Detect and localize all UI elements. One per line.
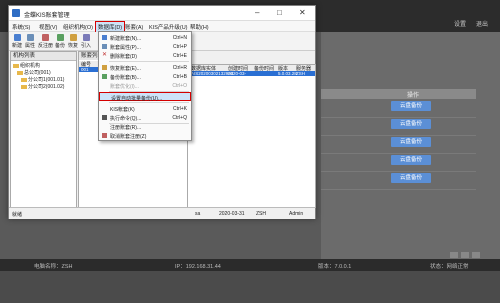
menu-item-new-account[interactable]: 新建账套(N)... Ctrl+N [99, 33, 191, 42]
menu-item-account-properties[interactable]: 账套属性(P)... Ctrl+P [99, 42, 191, 51]
tree-item-branch-2[interactable]: 分公司2(001.02) [21, 83, 64, 90]
folder-icon [21, 77, 27, 82]
maximize-icon[interactable]: □ [277, 8, 282, 17]
menu-help[interactable]: 帮助(H) [190, 23, 209, 31]
close-icon[interactable]: ✕ [299, 8, 306, 17]
pagination [450, 252, 480, 258]
backup-icon [102, 74, 107, 79]
menu-item-register-account[interactable]: 注册账套(R)... [99, 122, 191, 131]
app-version: 版本：7.0.0.1 [318, 264, 352, 270]
settings-link[interactable]: 设置 [454, 19, 466, 28]
menu-item-delete-account[interactable]: ✕ 删除账套(D) Ctrl+E [99, 51, 191, 60]
properties-button[interactable]: 属性 [25, 33, 35, 49]
folder-icon [21, 84, 27, 89]
new-button[interactable]: 新建 [12, 33, 22, 49]
operation-column-label: 操作 [407, 93, 420, 99]
database-dropdown-menu: 新建账套(N)... Ctrl+N 账套属性(P)... Ctrl+P ✕ 删除账套(… [98, 31, 192, 141]
page-prev-button[interactable] [450, 252, 458, 258]
import-button[interactable]: 引入 [81, 33, 91, 49]
status-role: Admin [289, 211, 304, 217]
new-icon [13, 34, 21, 41]
menu-account[interactable]: 账套(A) [125, 23, 143, 31]
menu-system[interactable]: 系统(S) [12, 23, 30, 31]
cloud-backup-button[interactable]: 云盘备份 [391, 101, 431, 111]
menu-item-optimize-account[interactable]: 账套优化(I)... Ctrl+O [99, 81, 191, 90]
command-icon [102, 115, 107, 120]
properties-icon [102, 44, 107, 49]
network-status: 状态：网络正常 [430, 264, 469, 270]
unregister-icon [102, 133, 107, 138]
window-status-bar: 就绪 sa 2020-03-31 ZSH Admin [9, 207, 315, 219]
unregister-button[interactable]: 反注册 [38, 33, 53, 49]
menu-item-backup-account[interactable]: 备份账套(B)... Ctrl+B [99, 72, 191, 81]
ip-address: IP：192.168.31.44 [175, 264, 221, 270]
backup-icon [56, 34, 64, 41]
cloud-backup-button[interactable]: 云盘备份 [391, 155, 431, 165]
organization-panel-header: 机构列表 [11, 52, 76, 61]
properties-icon [26, 34, 34, 41]
cell-version: 5.0.03.28 [278, 71, 297, 76]
unregister-icon [42, 34, 49, 41]
delete-icon: ✕ [102, 52, 108, 58]
cloud-backup-button[interactable]: 云盘备份 [391, 137, 431, 147]
cell-server: ZSH [296, 71, 305, 76]
background-top-links: 设置 退出 [454, 19, 488, 28]
kis-account-manager-window: 金蝶KIS账套管理 – □ ✕ 系统(S) 视图(V) 组织机构(O) 数据库(… [8, 5, 316, 219]
cloud-backup-button[interactable]: 云盘备份 [391, 173, 431, 183]
title-bar: 金蝶KIS账套管理 – □ ✕ [9, 6, 315, 21]
menu-kis-upgrade[interactable]: KIS产品升级(U) [149, 23, 188, 31]
background-table-header [321, 89, 476, 99]
tree-root[interactable]: 组织机构 [13, 62, 40, 69]
status-server: ZSH [256, 211, 266, 217]
menu-item-execute-command[interactable]: 执行命令(Q)... Ctrl+Q [99, 113, 191, 122]
bottom-status-bar: 电脑名称：ZSH IP：192.168.31.44 版本：7.0.0.1 状态：… [0, 259, 500, 271]
folder-icon [13, 63, 19, 68]
menu-item-restore-account[interactable]: 恢复账套(E)... Ctrl+R [99, 63, 191, 72]
app-icon [12, 9, 20, 17]
import-icon [82, 34, 90, 41]
menu-item-auto-batch-backup[interactable]: 设置自动批量备份(U)... [99, 92, 191, 102]
footer-area [0, 271, 500, 303]
page-next-button[interactable] [472, 252, 480, 258]
table-row[interactable]: AIS20200302132904 2020-03- 5.0.03.28 ZSH [188, 71, 315, 76]
status-ready: 就绪 [12, 212, 23, 218]
restore-icon [69, 34, 77, 41]
menu-separator [109, 61, 189, 62]
menu-item-kis-account[interactable]: KIS帐套(K) Ctrl+K [99, 104, 191, 113]
restore-button[interactable]: 恢复 [68, 33, 78, 49]
logout-link[interactable]: 退出 [476, 19, 488, 28]
minimize-icon[interactable]: – [255, 8, 259, 17]
tree-item-branch-1[interactable]: 分公司1(001.01) [21, 76, 64, 83]
menu-item-unregister-account[interactable]: 取消账套注册(Z) [99, 131, 191, 140]
cloud-backup-button[interactable]: 云盘备份 [391, 119, 431, 129]
menu-organization[interactable]: 组织机构(O) [63, 23, 93, 31]
status-date: 2020-03-31 [219, 211, 245, 217]
account-detail-grid: 数据库实体 创建时间 备份时间 版本 服务器 AIS20200302132904… [187, 64, 316, 208]
folder-icon [17, 70, 23, 75]
cell-db-entity: AIS20200302132904 [191, 71, 234, 76]
menu-view[interactable]: 视图(V) [39, 23, 57, 31]
backup-button[interactable]: 备份 [55, 33, 65, 49]
cell-created: 2020-03- [228, 71, 247, 76]
new-account-icon [102, 35, 107, 40]
status-user: sa [195, 211, 201, 217]
window-title: 金蝶KIS账套管理 [24, 13, 70, 19]
menu-separator [109, 102, 189, 103]
tree-item-head-office[interactable]: 总公司(001) [17, 69, 51, 76]
restore-icon [102, 65, 107, 70]
page-current-button[interactable] [461, 252, 469, 258]
computer-name: 电脑名称：ZSH [34, 264, 73, 270]
organization-panel: 机构列表 组织机构 总公司(001) 分公司1(001.01) 分公司2(001… [10, 51, 77, 208]
